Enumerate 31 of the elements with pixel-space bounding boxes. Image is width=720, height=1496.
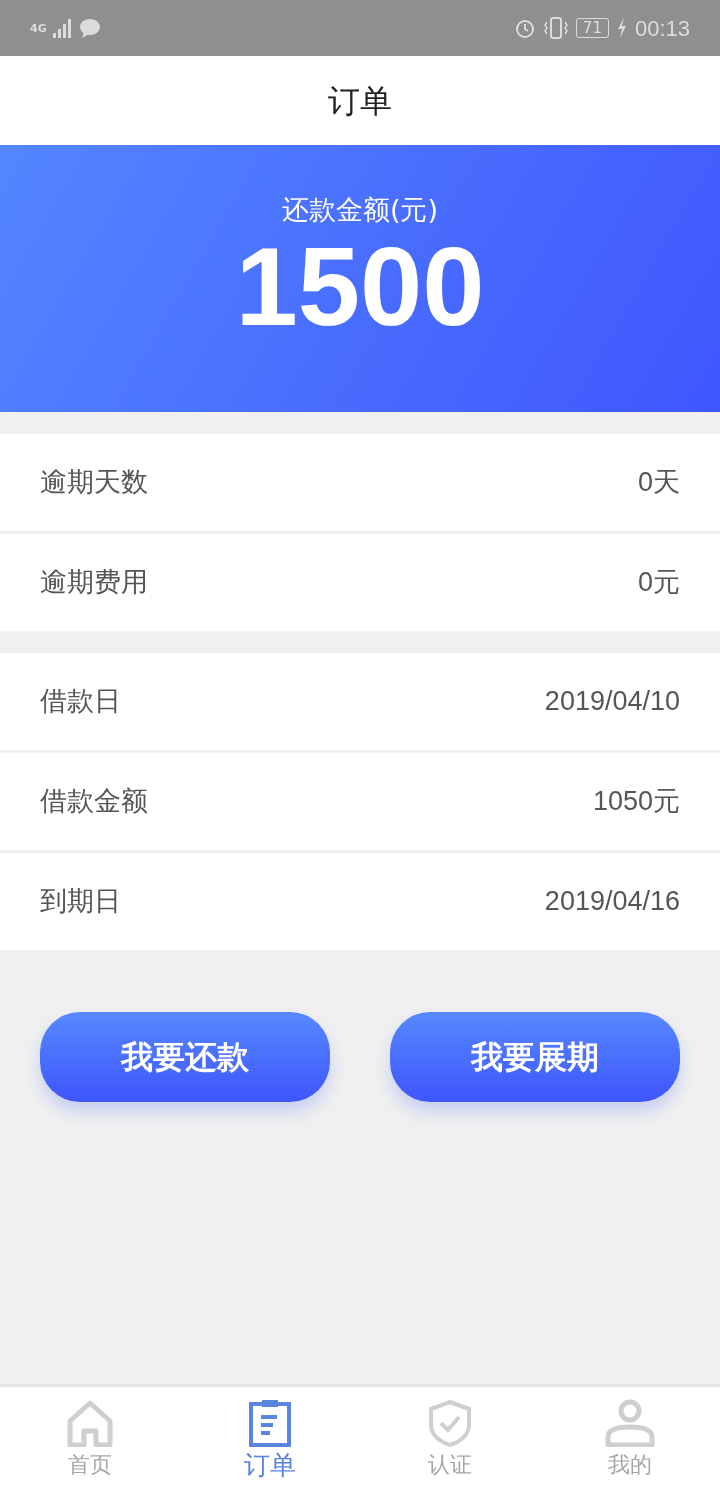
- tab-item[interactable]: 订单: [180, 1387, 360, 1496]
- vibrate-icon: [543, 17, 568, 39]
- charging-icon: [616, 18, 627, 38]
- row-label: 到期日: [40, 884, 121, 919]
- row-value: 2019/04/10: [544, 685, 680, 719]
- alarm-icon: [513, 17, 536, 39]
- row-value: 0天: [637, 466, 680, 500]
- home-icon: [66, 1399, 114, 1447]
- tab-item[interactable]: 我的: [540, 1387, 720, 1496]
- message-icon: [78, 18, 101, 38]
- battery-indicator: 71: [575, 18, 609, 38]
- clock-time: 00:13: [634, 14, 690, 43]
- row-value: 0元: [637, 566, 680, 600]
- shield-check-icon: [428, 1399, 472, 1447]
- row-label: 逾期天数: [40, 465, 148, 500]
- clipboard-icon: [248, 1399, 292, 1447]
- tab-item[interactable]: 认证: [360, 1387, 540, 1496]
- row-label: 借款日: [40, 684, 121, 719]
- action-button[interactable]: 我要还款: [40, 1012, 330, 1102]
- row-value: 1050元: [592, 785, 680, 819]
- row-label: 借款金额: [40, 784, 148, 819]
- page-title: 订单: [328, 80, 392, 122]
- network-label: 4G: [30, 22, 47, 34]
- person-icon: [605, 1399, 655, 1447]
- row-value: 2019/04/16: [544, 885, 680, 919]
- signal-icon: [52, 18, 73, 38]
- row-label: 逾期费用: [40, 565, 148, 600]
- amount-label: 还款金额(元): [281, 193, 439, 227]
- tab-item[interactable]: 首页: [0, 1387, 180, 1496]
- amount-value: 1500: [235, 227, 485, 347]
- action-button[interactable]: 我要展期: [390, 1012, 680, 1102]
